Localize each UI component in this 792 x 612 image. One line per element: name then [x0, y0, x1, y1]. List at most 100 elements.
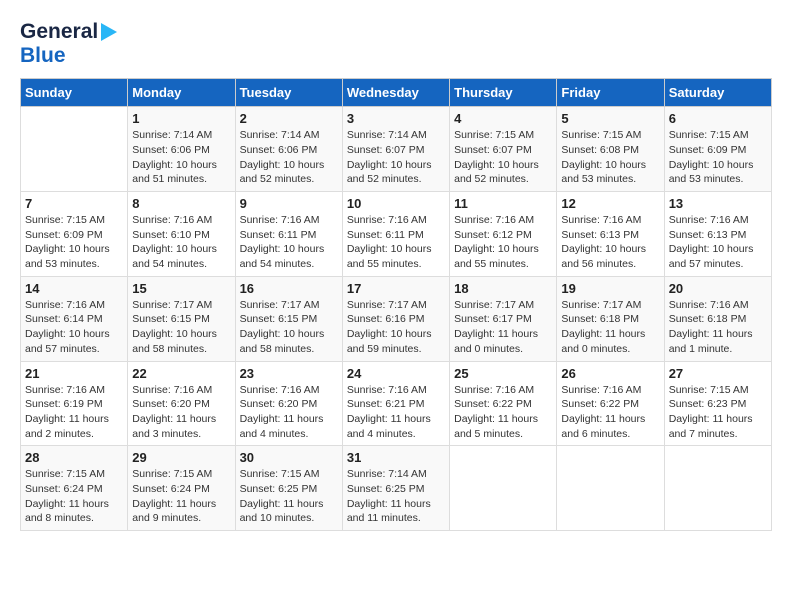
week-row-3: 14 Sunrise: 7:16 AM Sunset: 6:14 PM Dayli… — [21, 276, 772, 361]
day-info: Sunrise: 7:14 AM Sunset: 6:25 PM Dayligh… — [347, 467, 445, 526]
day-info: Sunrise: 7:17 AM Sunset: 6:16 PM Dayligh… — [347, 298, 445, 357]
day-cell: 7 Sunrise: 7:15 AM Sunset: 6:09 PM Daylig… — [21, 192, 128, 277]
day-info: Sunrise: 7:16 AM Sunset: 6:11 PM Dayligh… — [347, 213, 445, 272]
day-cell: 1 Sunrise: 7:14 AM Sunset: 6:06 PM Daylig… — [128, 107, 235, 192]
day-info: Sunrise: 7:14 AM Sunset: 6:06 PM Dayligh… — [132, 128, 230, 187]
day-number: 17 — [347, 281, 445, 296]
day-number: 31 — [347, 450, 445, 465]
calendar-header-row: SundayMondayTuesdayWednesdayThursdayFrid… — [21, 79, 772, 107]
day-cell: 17 Sunrise: 7:17 AM Sunset: 6:16 PM Dayli… — [342, 276, 449, 361]
day-number: 8 — [132, 196, 230, 211]
day-number: 1 — [132, 111, 230, 126]
header-wednesday: Wednesday — [342, 79, 449, 107]
day-cell: 19Sunrise: 7:17 AM Sunset: 6:18 PM Dayli… — [557, 276, 664, 361]
day-info: Sunrise: 7:15 AM Sunset: 6:24 PM Dayligh… — [132, 467, 230, 526]
day-info: Sunrise: 7:17 AM Sunset: 6:17 PM Dayligh… — [454, 298, 552, 357]
day-cell — [664, 446, 771, 531]
day-cell: 30 Sunrise: 7:15 AM Sunset: 6:25 PM Dayli… — [235, 446, 342, 531]
day-info: Sunrise: 7:16 AM Sunset: 6:20 PM Dayligh… — [132, 383, 230, 442]
day-info: Sunrise: 7:17 AM Sunset: 6:18 PM Dayligh… — [561, 298, 659, 357]
week-row-5: 28 Sunrise: 7:15 AM Sunset: 6:24 PM Dayli… — [21, 446, 772, 531]
day-number: 27 — [669, 366, 767, 381]
day-number: 11 — [454, 196, 552, 211]
calendar-table: SundayMondayTuesdayWednesdayThursdayFrid… — [20, 78, 772, 531]
day-cell: 4 Sunrise: 7:15 AM Sunset: 6:07 PM Daylig… — [450, 107, 557, 192]
day-number: 21 — [25, 366, 123, 381]
day-cell — [21, 107, 128, 192]
day-info: Sunrise: 7:15 AM Sunset: 6:08 PM Dayligh… — [561, 128, 659, 187]
day-cell: 29 Sunrise: 7:15 AM Sunset: 6:24 PM Dayli… — [128, 446, 235, 531]
day-info: Sunrise: 7:16 AM Sunset: 6:19 PM Dayligh… — [25, 383, 123, 442]
day-number: 22 — [132, 366, 230, 381]
day-number: 30 — [240, 450, 338, 465]
logo: General Blue — [20, 20, 117, 68]
day-number: 29 — [132, 450, 230, 465]
day-cell: 14 Sunrise: 7:16 AM Sunset: 6:14 PM Dayli… — [21, 276, 128, 361]
week-row-1: 1 Sunrise: 7:14 AM Sunset: 6:06 PM Daylig… — [21, 107, 772, 192]
day-cell: 9 Sunrise: 7:16 AM Sunset: 6:11 PM Daylig… — [235, 192, 342, 277]
day-cell: 18 Sunrise: 7:17 AM Sunset: 6:17 PM Dayli… — [450, 276, 557, 361]
day-number: 26 — [561, 366, 659, 381]
header-tuesday: Tuesday — [235, 79, 342, 107]
header-friday: Friday — [557, 79, 664, 107]
day-number: 7 — [25, 196, 123, 211]
day-number: 10 — [347, 196, 445, 211]
day-cell: 20Sunrise: 7:16 AM Sunset: 6:18 PM Dayli… — [664, 276, 771, 361]
day-info: Sunrise: 7:15 AM Sunset: 6:25 PM Dayligh… — [240, 467, 338, 526]
day-number: 23 — [240, 366, 338, 381]
day-info: Sunrise: 7:15 AM Sunset: 6:07 PM Dayligh… — [454, 128, 552, 187]
day-info: Sunrise: 7:17 AM Sunset: 6:15 PM Dayligh… — [132, 298, 230, 357]
day-cell: 28 Sunrise: 7:15 AM Sunset: 6:24 PM Dayli… — [21, 446, 128, 531]
day-info: Sunrise: 7:15 AM Sunset: 6:24 PM Dayligh… — [25, 467, 123, 526]
day-number: 2 — [240, 111, 338, 126]
calendar-body: 1 Sunrise: 7:14 AM Sunset: 6:06 PM Daylig… — [21, 107, 772, 531]
day-cell: 12Sunrise: 7:16 AM Sunset: 6:13 PM Dayli… — [557, 192, 664, 277]
day-info: Sunrise: 7:16 AM Sunset: 6:20 PM Dayligh… — [240, 383, 338, 442]
day-info: Sunrise: 7:14 AM Sunset: 6:07 PM Dayligh… — [347, 128, 445, 187]
week-row-2: 7 Sunrise: 7:15 AM Sunset: 6:09 PM Daylig… — [21, 192, 772, 277]
day-number: 3 — [347, 111, 445, 126]
day-info: Sunrise: 7:16 AM Sunset: 6:11 PM Dayligh… — [240, 213, 338, 272]
day-cell: 31 Sunrise: 7:14 AM Sunset: 6:25 PM Dayli… — [342, 446, 449, 531]
day-cell: 25Sunrise: 7:16 AM Sunset: 6:22 PM Dayli… — [450, 361, 557, 446]
day-number: 24 — [347, 366, 445, 381]
day-info: Sunrise: 7:15 AM Sunset: 6:23 PM Dayligh… — [669, 383, 767, 442]
day-cell: 16Sunrise: 7:17 AM Sunset: 6:15 PM Dayli… — [235, 276, 342, 361]
day-info: Sunrise: 7:16 AM Sunset: 6:14 PM Dayligh… — [25, 298, 123, 357]
day-cell: 2Sunrise: 7:14 AM Sunset: 6:06 PM Daylig… — [235, 107, 342, 192]
day-info: Sunrise: 7:16 AM Sunset: 6:12 PM Dayligh… — [454, 213, 552, 272]
day-info: Sunrise: 7:16 AM Sunset: 6:10 PM Dayligh… — [132, 213, 230, 272]
day-number: 4 — [454, 111, 552, 126]
day-info: Sunrise: 7:16 AM Sunset: 6:18 PM Dayligh… — [669, 298, 767, 357]
day-cell: 23 Sunrise: 7:16 AM Sunset: 6:20 PM Dayli… — [235, 361, 342, 446]
day-cell — [450, 446, 557, 531]
day-info: Sunrise: 7:15 AM Sunset: 6:09 PM Dayligh… — [25, 213, 123, 272]
day-info: Sunrise: 7:17 AM Sunset: 6:15 PM Dayligh… — [240, 298, 338, 357]
day-number: 6 — [669, 111, 767, 126]
header-monday: Monday — [128, 79, 235, 107]
week-row-4: 21 Sunrise: 7:16 AM Sunset: 6:19 PM Dayli… — [21, 361, 772, 446]
header-saturday: Saturday — [664, 79, 771, 107]
day-cell: 6 Sunrise: 7:15 AM Sunset: 6:09 PM Daylig… — [664, 107, 771, 192]
day-number: 25 — [454, 366, 552, 381]
day-cell: 10 Sunrise: 7:16 AM Sunset: 6:11 PM Dayli… — [342, 192, 449, 277]
day-cell: 27 Sunrise: 7:15 AM Sunset: 6:23 PM Dayli… — [664, 361, 771, 446]
day-cell: 26 Sunrise: 7:16 AM Sunset: 6:22 PM Dayli… — [557, 361, 664, 446]
day-cell: 22 Sunrise: 7:16 AM Sunset: 6:20 PM Dayli… — [128, 361, 235, 446]
day-number: 28 — [25, 450, 123, 465]
day-number: 9 — [240, 196, 338, 211]
day-info: Sunrise: 7:15 AM Sunset: 6:09 PM Dayligh… — [669, 128, 767, 187]
day-info: Sunrise: 7:16 AM Sunset: 6:13 PM Dayligh… — [561, 213, 659, 272]
day-number: 13 — [669, 196, 767, 211]
day-cell: 15 Sunrise: 7:17 AM Sunset: 6:15 PM Dayli… — [128, 276, 235, 361]
day-number: 18 — [454, 281, 552, 296]
day-info: Sunrise: 7:16 AM Sunset: 6:21 PM Dayligh… — [347, 383, 445, 442]
day-info: Sunrise: 7:16 AM Sunset: 6:22 PM Dayligh… — [561, 383, 659, 442]
day-cell: 8 Sunrise: 7:16 AM Sunset: 6:10 PM Daylig… — [128, 192, 235, 277]
day-cell: 11 Sunrise: 7:16 AM Sunset: 6:12 PM Dayli… — [450, 192, 557, 277]
day-cell: 3 Sunrise: 7:14 AM Sunset: 6:07 PM Daylig… — [342, 107, 449, 192]
day-cell — [557, 446, 664, 531]
day-cell: 13Sunrise: 7:16 AM Sunset: 6:13 PM Dayli… — [664, 192, 771, 277]
day-number: 14 — [25, 281, 123, 296]
day-number: 15 — [132, 281, 230, 296]
